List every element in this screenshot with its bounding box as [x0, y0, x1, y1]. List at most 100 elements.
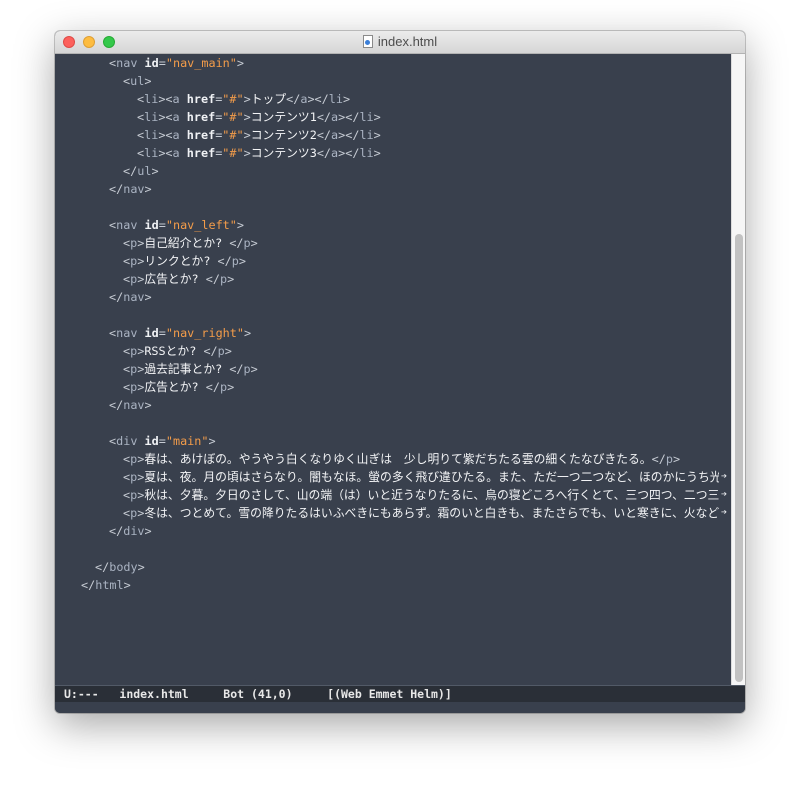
- code-punctuation: [180, 110, 187, 124]
- code-punctuation: ></: [307, 92, 329, 106]
- code-text: 冬は、つとめて。雪の降りたるはいふべきにもあらず。霜のいと白きも、またさらでも、…: [144, 506, 729, 520]
- code-tag-name: div: [123, 524, 145, 538]
- code-line[interactable]: <nav id="nav_right">: [55, 324, 729, 342]
- code-line[interactable]: <nav id="nav_left">: [55, 216, 729, 234]
- code-tag-name: p: [217, 344, 225, 358]
- code-tag-name: nav: [123, 290, 145, 304]
- code-line[interactable]: <p>秋は、夕暮。夕日のさして、山の端（は）いと近うなりたるに、烏の寝どころへ行…: [55, 486, 729, 504]
- code-line[interactable]: <div id="main">: [55, 432, 729, 450]
- minibuffer[interactable]: [55, 702, 745, 713]
- code-punctuation: </: [229, 236, 244, 250]
- code-punctuation: ></: [338, 146, 360, 160]
- code-line[interactable]: <ul>: [55, 72, 729, 90]
- code-punctuation: >: [373, 146, 381, 160]
- code-editor-buffer[interactable]: <nav id="nav_main"> <ul> <li><a href="#">ト…: [55, 54, 733, 685]
- code-line[interactable]: </ul>: [55, 162, 729, 180]
- modeline-buffer-name: index.html: [119, 687, 189, 701]
- code-line[interactable]: [55, 540, 729, 558]
- code-string: "nav_main": [165, 56, 237, 70]
- code-text: 自己紹介とか?: [144, 236, 230, 250]
- code-tag-name: p: [219, 272, 228, 286]
- code-tag-name: div: [116, 434, 138, 448]
- code-line[interactable]: <p>冬は、つとめて。雪の降りたるはいふべきにもあらず。霜のいと白きも、またさら…: [55, 504, 729, 522]
- window-title: index.html: [55, 31, 745, 53]
- code-tag-name: a: [172, 92, 180, 106]
- code-line[interactable]: <p>過去記事とか? </p>: [55, 360, 729, 378]
- code-tag-name: li: [144, 92, 159, 106]
- code-tag-name: p: [243, 236, 251, 250]
- code-punctuation: >: [250, 362, 258, 376]
- code-punctuation: >: [227, 272, 235, 286]
- code-line[interactable]: <li><a href="#">コンテンツ3</a></li>: [55, 144, 729, 162]
- title-bar[interactable]: index.html: [55, 31, 745, 54]
- code-line[interactable]: </nav>: [55, 396, 729, 414]
- code-line[interactable]: [55, 306, 729, 324]
- window-title-text: index.html: [377, 34, 438, 49]
- code-line[interactable]: </div>: [55, 522, 729, 540]
- code-punctuation: >: [243, 146, 251, 160]
- code-tag-name: li: [359, 110, 374, 124]
- code-line[interactable]: <nav id="nav_main">: [55, 54, 729, 72]
- code-punctuation: >: [151, 164, 159, 178]
- code-line[interactable]: <p>自己紹介とか? </p>: [55, 234, 729, 252]
- code-line[interactable]: <p>リンクとか? </p>: [55, 252, 729, 270]
- code-line[interactable]: <p>RSSとか? </p>: [55, 342, 729, 360]
- code-punctuation: ><: [158, 146, 173, 160]
- code-punctuation: ><: [158, 128, 173, 142]
- code-punctuation: >: [123, 578, 131, 592]
- code-line[interactable]: </html>: [55, 576, 729, 594]
- code-punctuation: [137, 326, 144, 340]
- code-text: RSSとか?: [144, 344, 204, 358]
- code-line[interactable]: <p>広告とか? </p>: [55, 378, 729, 396]
- code-line[interactable]: <li><a href="#">コンテンツ2</a></li>: [55, 126, 729, 144]
- code-tag-name: a: [172, 128, 180, 142]
- code-string: "#": [222, 92, 244, 106]
- code-line[interactable]: <li><a href="#">コンテンツ1</a></li>: [55, 108, 729, 126]
- code-punctuation: >: [243, 92, 251, 106]
- code-line[interactable]: </body>: [55, 558, 729, 576]
- code-punctuation: >: [373, 110, 381, 124]
- code-tag-name: ul: [130, 74, 145, 88]
- code-punctuation: </: [229, 362, 244, 376]
- code-tag-name: li: [144, 146, 159, 160]
- code-string: "#": [222, 110, 244, 124]
- code-punctuation: >: [342, 92, 351, 106]
- code-punctuation: </: [95, 560, 110, 574]
- code-punctuation: =: [158, 218, 166, 232]
- line-truncation-arrow-icon: ➔: [719, 486, 729, 504]
- code-tag-name: p: [231, 254, 239, 268]
- code-punctuation: >: [243, 110, 251, 124]
- code-line[interactable]: <p>夏は、夜。月の頃はさらなり。闇もなほ。螢の多く飛び違ひたる。また、ただ一つ…: [55, 468, 729, 486]
- code-line[interactable]: </nav>: [55, 288, 729, 306]
- code-text: トップ: [250, 92, 287, 106]
- vertical-scrollbar[interactable]: [731, 54, 745, 685]
- code-line[interactable]: [55, 198, 729, 216]
- code-punctuation: </: [316, 146, 332, 160]
- line-truncation-arrow-icon: ➔: [719, 468, 729, 486]
- code-text: 過去記事とか?: [144, 362, 230, 376]
- code-punctuation: </: [109, 524, 124, 538]
- code-punctuation: >: [144, 290, 152, 304]
- code-punctuation: >: [238, 254, 246, 268]
- code-attribute: id: [144, 218, 159, 232]
- code-punctuation: [180, 92, 187, 106]
- code-line[interactable]: </nav>: [55, 180, 729, 198]
- code-attribute: id: [144, 326, 159, 340]
- code-punctuation: </: [109, 398, 124, 412]
- code-tag-name: a: [172, 110, 180, 124]
- code-punctuation: >: [243, 128, 251, 142]
- code-text: 夏は、夜。月の頃はさらなり。闇もなほ。螢の多く飛び違ひたる。また、ただ一つ二つな…: [144, 470, 729, 484]
- code-string: "#": [222, 128, 244, 142]
- code-tag-name: nav: [116, 56, 138, 70]
- scrollbar-thumb[interactable]: [735, 234, 743, 682]
- code-text: 春は、あけぼの。やうやう白くなりゆく山ぎは 少し明りて紫だちたる雲の細くたなびき…: [144, 452, 652, 466]
- code-line[interactable]: <p>広告とか? </p>: [55, 270, 729, 288]
- code-string: "#": [222, 146, 244, 160]
- code-punctuation: </: [286, 92, 301, 106]
- code-punctuation: >: [373, 128, 381, 142]
- code-line[interactable]: [55, 414, 729, 432]
- code-punctuation: >: [144, 182, 152, 196]
- code-line[interactable]: <li><a href="#">トップ</a></li>: [55, 90, 729, 108]
- code-punctuation: >: [208, 434, 216, 448]
- code-line[interactable]: <p>春は、あけぼの。やうやう白くなりゆく山ぎは 少し明りて紫だちたる雲の細くた…: [55, 450, 729, 468]
